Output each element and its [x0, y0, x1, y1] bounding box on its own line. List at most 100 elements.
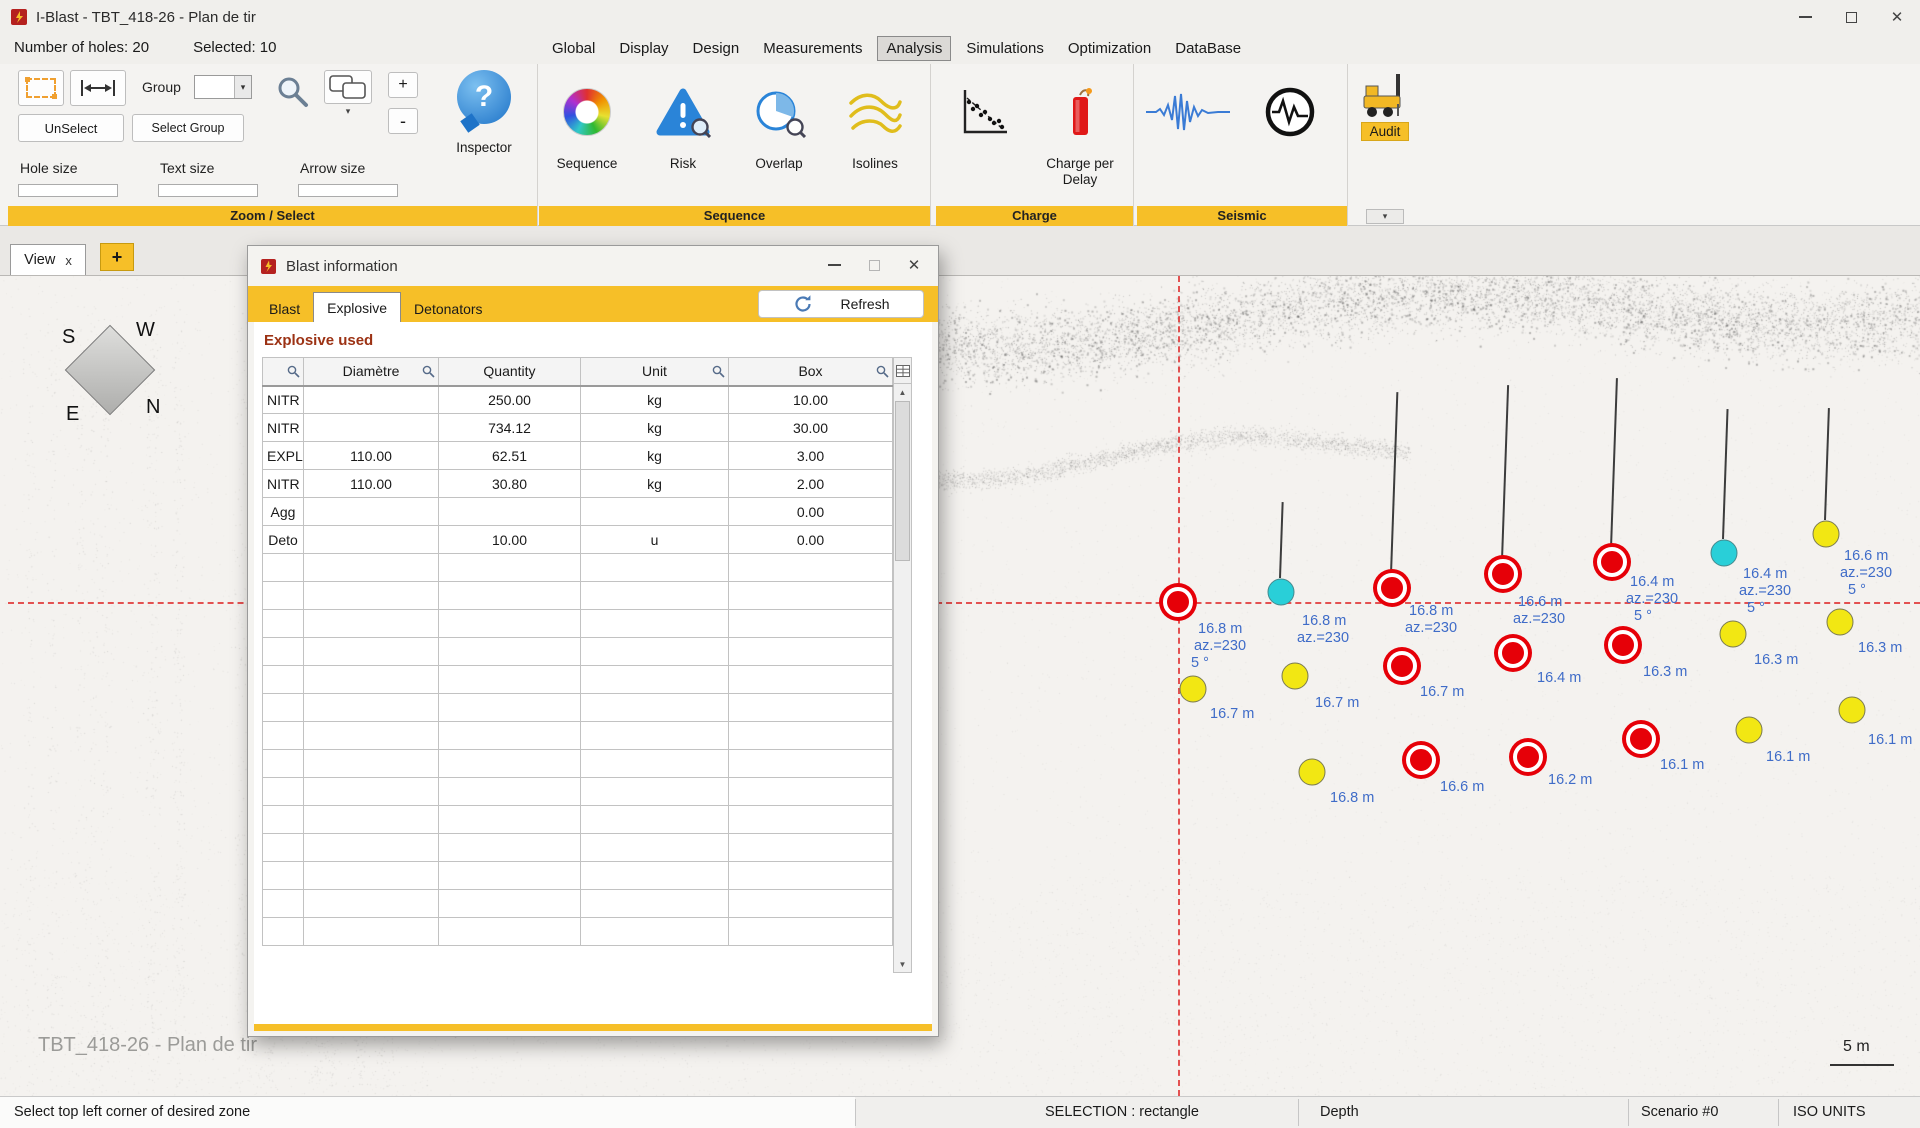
table-cell[interactable] [304, 498, 439, 526]
table-cell[interactable]: NITR [263, 414, 304, 442]
blast-hole[interactable] [1488, 559, 1518, 589]
table-cell[interactable] [304, 918, 439, 946]
charge-per-delay-button[interactable]: Charge per Delay [1032, 68, 1128, 204]
table-cell[interactable]: 110.00 [304, 470, 439, 498]
table-cell[interactable] [263, 862, 304, 890]
overlap-dropdown-chevron[interactable]: ▾ [338, 106, 358, 119]
table-cell[interactable] [729, 862, 893, 890]
table-cell[interactable] [729, 554, 893, 582]
seismogram-button[interactable] [1137, 68, 1239, 204]
blast-hole[interactable] [1377, 573, 1407, 603]
dialog-close-button[interactable]: ✕ [894, 250, 934, 280]
col-header-quantity[interactable]: Quantity [439, 358, 581, 386]
col-header-box[interactable]: Box [729, 358, 893, 386]
table-cell[interactable] [439, 862, 581, 890]
table-cell[interactable] [729, 778, 893, 806]
table-cell[interactable]: 734.12 [439, 414, 581, 442]
group-combobox[interactable]: ▾ [194, 75, 252, 99]
table-cell[interactable] [729, 890, 893, 918]
table-cell[interactable] [304, 890, 439, 918]
table-cell[interactable] [439, 890, 581, 918]
menu-measurements[interactable]: Measurements [754, 36, 871, 61]
table-grid-button[interactable] [894, 358, 911, 384]
menu-global[interactable]: Global [543, 36, 604, 61]
blast-hole[interactable] [1827, 609, 1854, 636]
table-cell[interactable] [439, 778, 581, 806]
close-button[interactable]: ✕ [1874, 0, 1920, 34]
table-cell[interactable] [263, 750, 304, 778]
table-cell[interactable] [581, 806, 729, 834]
table-cell[interactable]: kg [581, 386, 729, 414]
blast-hole[interactable] [1711, 540, 1738, 567]
unselect-button[interactable]: UnSelect [18, 114, 124, 142]
table-cell[interactable] [263, 554, 304, 582]
table-cell[interactable] [304, 834, 439, 862]
maximize-button[interactable] [1828, 0, 1874, 34]
table-cell[interactable] [581, 554, 729, 582]
menu-simulations[interactable]: Simulations [957, 36, 1053, 61]
table-cell[interactable] [304, 778, 439, 806]
menu-analysis[interactable]: Analysis [877, 36, 951, 61]
blast-hole[interactable] [1163, 587, 1193, 617]
arrow-size-input[interactable] [298, 184, 398, 197]
table-cell[interactable]: NITR [263, 470, 304, 498]
table-cell[interactable] [439, 638, 581, 666]
table-cell[interactable] [581, 666, 729, 694]
table-cell[interactable] [304, 526, 439, 554]
blast-hole[interactable] [1387, 651, 1417, 681]
scrollbar-thumb[interactable] [895, 401, 910, 561]
dialog-minimize-button[interactable] [814, 250, 854, 280]
scroll-down-button[interactable]: ▼ [894, 956, 911, 972]
tab-view[interactable]: View x [10, 244, 86, 275]
table-cell[interactable]: kg [581, 442, 729, 470]
charge-chart-button[interactable] [936, 68, 1032, 204]
minimize-button[interactable] [1782, 0, 1828, 34]
table-cell[interactable] [729, 806, 893, 834]
table-cell[interactable]: Deto [263, 526, 304, 554]
table-cell[interactable] [581, 694, 729, 722]
table-cell[interactable] [263, 666, 304, 694]
table-cell[interactable] [439, 554, 581, 582]
table-cell[interactable]: u [581, 526, 729, 554]
text-size-input[interactable] [158, 184, 258, 197]
tab-blast[interactable]: Blast [256, 295, 313, 322]
menu-optimization[interactable]: Optimization [1059, 36, 1160, 61]
table-cell[interactable] [581, 778, 729, 806]
table-cell[interactable] [304, 554, 439, 582]
table-cell[interactable] [581, 638, 729, 666]
table-cell[interactable] [439, 666, 581, 694]
table-cell[interactable]: EXPL [263, 442, 304, 470]
table-cell[interactable]: 3.00 [729, 442, 893, 470]
overlap-button[interactable]: Overlap [731, 68, 827, 204]
table-cell[interactable] [439, 834, 581, 862]
table-cell[interactable] [581, 834, 729, 862]
table-cell[interactable]: 250.00 [439, 386, 581, 414]
table-cell[interactable] [729, 582, 893, 610]
table-cell[interactable]: 30.00 [729, 414, 893, 442]
table-cell[interactable]: kg [581, 470, 729, 498]
blast-hole[interactable] [1406, 745, 1436, 775]
table-cell[interactable] [439, 722, 581, 750]
measure-button[interactable] [70, 70, 126, 106]
table-cell[interactable] [263, 610, 304, 638]
blast-hole[interactable] [1839, 697, 1866, 724]
blast-hole[interactable] [1608, 630, 1638, 660]
blast-hole[interactable] [1268, 579, 1295, 606]
table-cell[interactable] [304, 610, 439, 638]
menu-display[interactable]: Display [610, 36, 677, 61]
table-cell[interactable] [263, 806, 304, 834]
table-cell[interactable] [439, 806, 581, 834]
table-cell[interactable] [304, 722, 439, 750]
table-cell[interactable]: 0.00 [729, 526, 893, 554]
table-cell[interactable] [263, 778, 304, 806]
table-cell[interactable] [581, 498, 729, 526]
table-cell[interactable] [581, 862, 729, 890]
table-cell[interactable] [263, 638, 304, 666]
decrease-size-button[interactable]: - [388, 108, 418, 134]
tab-detonators[interactable]: Detonators [401, 295, 495, 322]
add-view-button[interactable]: + [100, 243, 134, 271]
table-cell[interactable] [439, 582, 581, 610]
menu-design[interactable]: Design [684, 36, 749, 61]
table-cell[interactable] [304, 666, 439, 694]
tab-close-icon[interactable]: x [65, 253, 72, 268]
